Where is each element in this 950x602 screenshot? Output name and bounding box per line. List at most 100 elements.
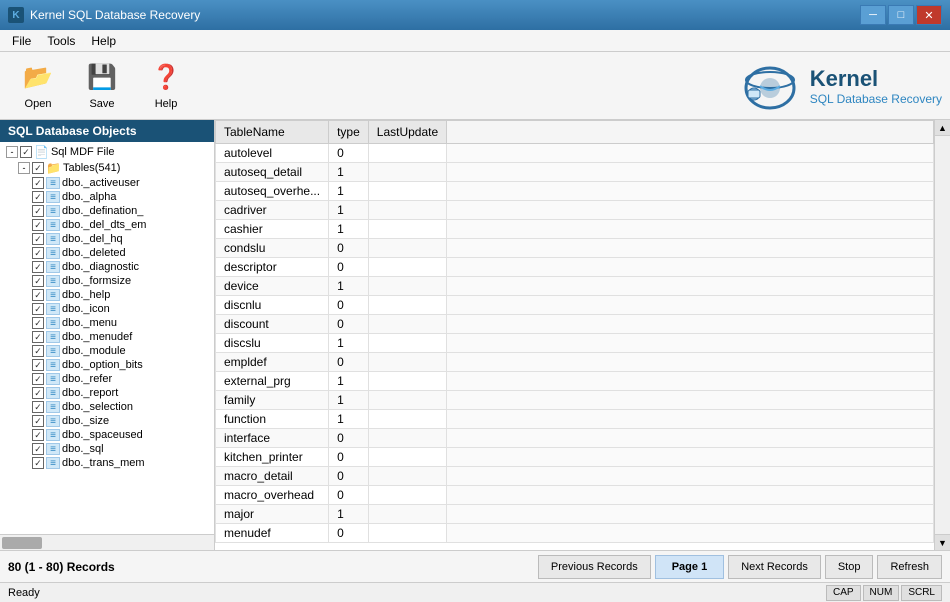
table-row[interactable]: discnlu 0 bbox=[216, 296, 934, 315]
table-row[interactable]: autolevel 0 bbox=[216, 144, 934, 163]
list-item[interactable]: ≡ dbo._icon bbox=[32, 302, 212, 316]
menu-help[interactable]: Help bbox=[83, 32, 124, 50]
menu-file[interactable]: File bbox=[4, 32, 39, 50]
item-checkbox[interactable] bbox=[32, 415, 44, 427]
close-button[interactable]: ✕ bbox=[916, 5, 942, 25]
menu-tools[interactable]: Tools bbox=[39, 32, 83, 50]
open-button[interactable]: 📂 Open bbox=[8, 57, 68, 115]
list-item[interactable]: ≡ dbo._spaceused bbox=[32, 428, 212, 442]
table-row[interactable]: autoseq_overhe... 1 bbox=[216, 182, 934, 201]
item-checkbox[interactable] bbox=[32, 205, 44, 217]
tables-folder[interactable]: - 📁 Tables(541) bbox=[18, 160, 212, 176]
list-item[interactable]: ≡ dbo._option_bits bbox=[32, 358, 212, 372]
list-item[interactable]: ≡ dbo._del_hq bbox=[32, 232, 212, 246]
list-item[interactable]: ≡ dbo._deleted bbox=[32, 246, 212, 260]
tables-checkbox[interactable] bbox=[32, 162, 44, 174]
list-item[interactable]: ≡ dbo._help bbox=[32, 288, 212, 302]
prev-records-button[interactable]: Previous Records bbox=[538, 555, 651, 579]
save-button[interactable]: 💾 Save bbox=[72, 57, 132, 115]
list-item[interactable]: ≡ dbo._sql bbox=[32, 442, 212, 456]
left-panel-scrollbar[interactable] bbox=[0, 534, 214, 550]
list-item[interactable]: ≡ dbo._alpha bbox=[32, 190, 212, 204]
item-checkbox[interactable] bbox=[32, 331, 44, 343]
cell-tablename: interface bbox=[216, 429, 329, 448]
cell-lastupdate bbox=[368, 315, 446, 334]
item-checkbox[interactable] bbox=[32, 443, 44, 455]
list-item[interactable]: ≡ dbo._trans_mem bbox=[32, 456, 212, 470]
list-item[interactable]: ≡ dbo._selection bbox=[32, 400, 212, 414]
item-checkbox[interactable] bbox=[32, 457, 44, 469]
item-checkbox[interactable] bbox=[32, 247, 44, 259]
item-checkbox[interactable] bbox=[32, 359, 44, 371]
table-row[interactable]: discount 0 bbox=[216, 315, 934, 334]
item-checkbox[interactable] bbox=[32, 289, 44, 301]
list-item[interactable]: ≡ dbo._formsize bbox=[32, 274, 212, 288]
list-item[interactable]: ≡ dbo._module bbox=[32, 344, 212, 358]
table-row[interactable]: macro_overhead 0 bbox=[216, 486, 934, 505]
list-item[interactable]: ≡ dbo._del_dts_em bbox=[32, 218, 212, 232]
list-item[interactable]: ≡ dbo._report bbox=[32, 386, 212, 400]
item-checkbox[interactable] bbox=[32, 429, 44, 441]
list-item[interactable]: ≡ dbo._activeuser bbox=[32, 176, 212, 190]
item-checkbox[interactable] bbox=[32, 191, 44, 203]
table-row[interactable]: cashier 1 bbox=[216, 220, 934, 239]
item-checkbox[interactable] bbox=[32, 303, 44, 315]
list-item[interactable]: ≡ dbo._menudef bbox=[32, 330, 212, 344]
col-tablename[interactable]: TableName bbox=[216, 121, 329, 144]
list-item[interactable]: ≡ dbo._size bbox=[32, 414, 212, 428]
root-checkbox[interactable] bbox=[20, 146, 32, 158]
table-row[interactable]: external_prg 1 bbox=[216, 372, 934, 391]
cell-type: 0 bbox=[329, 296, 369, 315]
table-row[interactable]: condslu 0 bbox=[216, 239, 934, 258]
next-records-button[interactable]: Next Records bbox=[728, 555, 821, 579]
table-row[interactable]: family 1 bbox=[216, 391, 934, 410]
table-row[interactable]: macro_detail 0 bbox=[216, 467, 934, 486]
table-row[interactable]: menudef 0 bbox=[216, 524, 934, 543]
item-checkbox[interactable] bbox=[32, 345, 44, 357]
table-row[interactable]: cadriver 1 bbox=[216, 201, 934, 220]
minimize-button[interactable]: ─ bbox=[860, 5, 886, 25]
item-checkbox[interactable] bbox=[32, 233, 44, 245]
table-scroll-wrapper[interactable]: TableName type LastUpdate autolevel 0 au… bbox=[215, 120, 934, 550]
table-row[interactable]: discslu 1 bbox=[216, 334, 934, 353]
scroll-down-button[interactable]: ▼ bbox=[935, 534, 950, 550]
list-item[interactable]: ≡ dbo._diagnostic bbox=[32, 260, 212, 274]
scroll-thumb[interactable] bbox=[2, 537, 42, 549]
table-row[interactable]: function 1 bbox=[216, 410, 934, 429]
item-checkbox[interactable] bbox=[32, 219, 44, 231]
table-icon: ≡ bbox=[46, 247, 60, 259]
table-row[interactable]: autoseq_detail 1 bbox=[216, 163, 934, 182]
table-row[interactable]: kitchen_printer 0 bbox=[216, 448, 934, 467]
maximize-button[interactable]: □ bbox=[888, 5, 914, 25]
stop-button[interactable]: Stop bbox=[825, 555, 874, 579]
col-lastupdate[interactable]: LastUpdate bbox=[368, 121, 446, 144]
item-checkbox[interactable] bbox=[32, 261, 44, 273]
help-button[interactable]: ❓ Help bbox=[136, 57, 196, 115]
item-checkbox[interactable] bbox=[32, 373, 44, 385]
item-checkbox[interactable] bbox=[32, 275, 44, 287]
list-item[interactable]: ≡ dbo._refer bbox=[32, 372, 212, 386]
tree-root[interactable]: - 📄 Sql MDF File bbox=[6, 144, 212, 160]
item-label: dbo._report bbox=[62, 387, 118, 399]
list-item[interactable]: ≡ dbo._defination_ bbox=[32, 204, 212, 218]
expand-tables-icon[interactable]: - bbox=[18, 162, 30, 174]
cell-type: 1 bbox=[329, 505, 369, 524]
vertical-scrollbar[interactable]: ▲ ▼ bbox=[934, 120, 950, 550]
item-checkbox[interactable] bbox=[32, 401, 44, 413]
refresh-button[interactable]: Refresh bbox=[877, 555, 942, 579]
expand-root-icon[interactable]: - bbox=[6, 146, 18, 158]
table-row[interactable]: major 1 bbox=[216, 505, 934, 524]
table-row[interactable]: empldef 0 bbox=[216, 353, 934, 372]
table-row[interactable]: interface 0 bbox=[216, 429, 934, 448]
item-checkbox[interactable] bbox=[32, 387, 44, 399]
table-row[interactable]: descriptor 0 bbox=[216, 258, 934, 277]
tree-area[interactable]: - 📄 Sql MDF File - 📁 Tables(541) ≡ dbo._… bbox=[0, 142, 214, 534]
item-checkbox[interactable] bbox=[32, 177, 44, 189]
list-item[interactable]: ≡ dbo._menu bbox=[32, 316, 212, 330]
cell-tablename: autolevel bbox=[216, 144, 329, 163]
scroll-up-button[interactable]: ▲ bbox=[935, 120, 950, 136]
col-type[interactable]: type bbox=[329, 121, 369, 144]
table-row[interactable]: device 1 bbox=[216, 277, 934, 296]
cell-type: 1 bbox=[329, 372, 369, 391]
item-checkbox[interactable] bbox=[32, 317, 44, 329]
